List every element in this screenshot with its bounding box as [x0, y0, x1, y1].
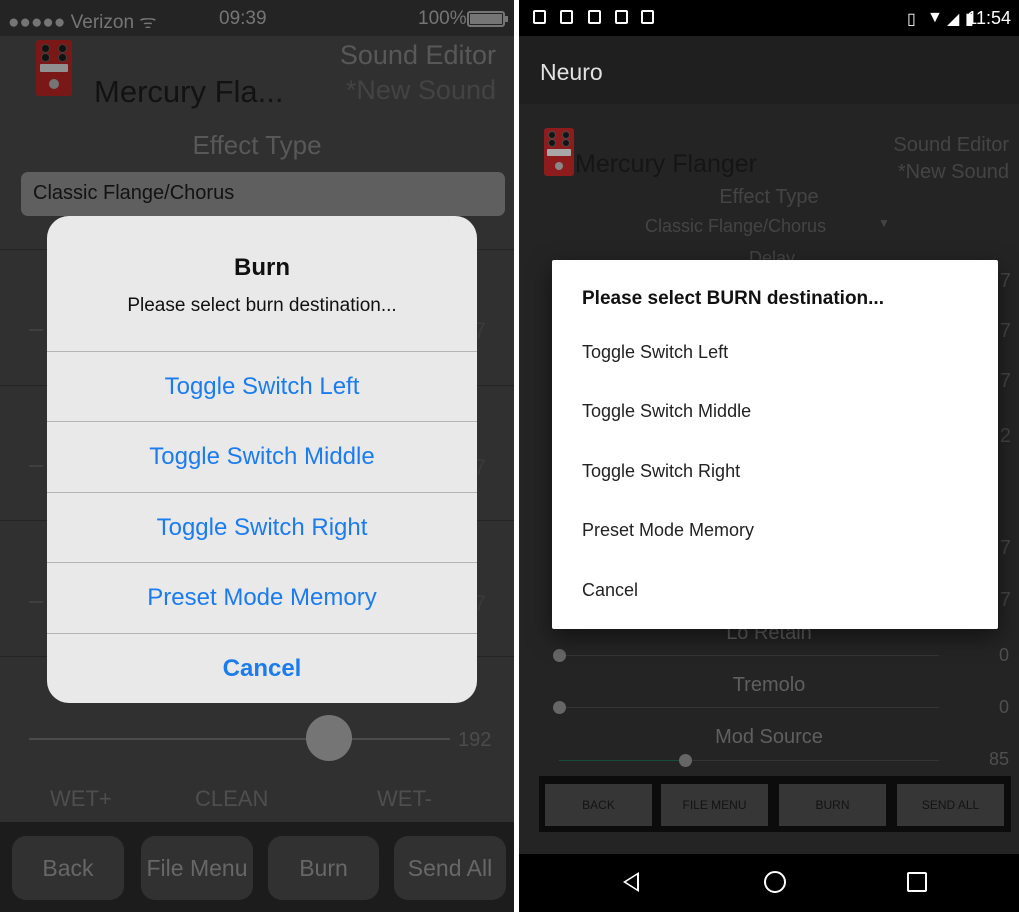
app-title: Neuro: [540, 59, 603, 85]
burn-alert: Burn Please select burn destination... T…: [47, 216, 477, 703]
notes-notification-icon: [533, 10, 546, 24]
clipboard-notification-icon: [641, 10, 654, 24]
preset-memory-option[interactable]: Preset Mode Memory: [47, 562, 477, 632]
toggle-right-option[interactable]: Toggle Switch Right: [47, 492, 477, 562]
wifi-icon: ▼: [927, 9, 943, 26]
cancel-option[interactable]: Cancel: [582, 580, 638, 601]
preset-memory-option[interactable]: Preset Mode Memory: [582, 520, 754, 541]
app-bar: Neuro: [519, 36, 1019, 104]
toggle-right-option[interactable]: Toggle Switch Right: [582, 461, 740, 482]
toggle-middle-option[interactable]: Toggle Switch Middle: [582, 401, 751, 422]
youtube-notification-icon: [615, 10, 628, 24]
home-circle-icon[interactable]: [764, 871, 786, 893]
image-notification-icon: [560, 10, 573, 24]
android-status-bar: ▯ ▼ ◢ ▮ 11:54: [519, 0, 1019, 36]
signal-icon: ◢: [947, 11, 960, 28]
alert-message: Please select burn destination...: [127, 295, 397, 316]
status-time: 11:54: [967, 8, 1011, 28]
burn-dialog: Please select BURN destination... Toggle…: [552, 260, 998, 629]
ios-screen: ●●●●● Verizon ᯤ 09:39 100% Mercury Fla..…: [0, 0, 514, 912]
back-triangle-icon[interactable]: [623, 872, 639, 892]
cancel-option[interactable]: Cancel: [47, 633, 477, 703]
vibrate-icon: ▯: [907, 11, 916, 28]
recents-square-icon[interactable]: [907, 872, 927, 892]
android-screen: ▯ ▼ ◢ ▮ 11:54 Neuro Mercury Flanger Soun…: [519, 0, 1019, 912]
alert-title: Burn: [234, 254, 290, 281]
gmail-notification-icon: [588, 10, 601, 24]
toggle-left-option[interactable]: Toggle Switch Left: [47, 351, 477, 421]
toggle-middle-option[interactable]: Toggle Switch Middle: [47, 421, 477, 491]
dialog-title: Please select BURN destination...: [582, 288, 884, 309]
toggle-left-option[interactable]: Toggle Switch Left: [582, 342, 728, 363]
